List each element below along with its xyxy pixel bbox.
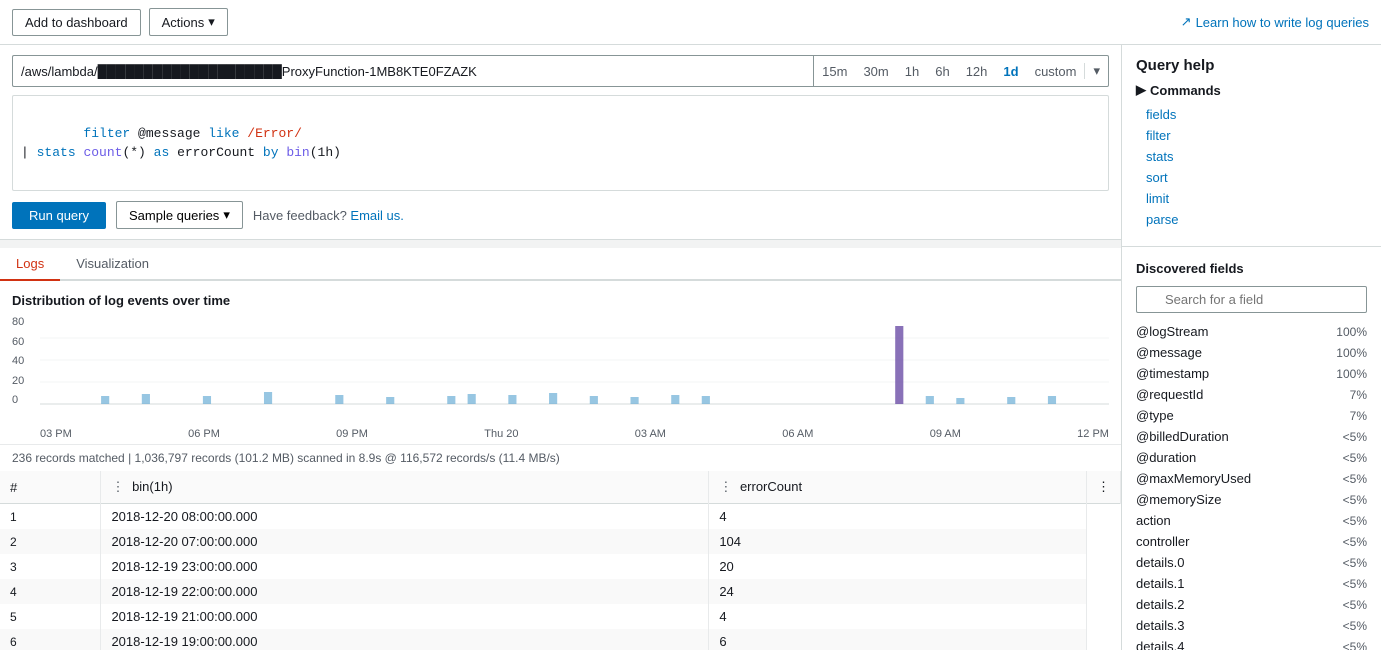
actions-button[interactable]: Actions ▾: [149, 8, 228, 36]
col-header-bin[interactable]: ⋮ bin(1h): [101, 471, 709, 504]
divider: [1122, 246, 1381, 247]
top-bar: Add to dashboard Actions ▾ ↗ Learn how t…: [0, 0, 1381, 45]
fields-list: @logStream100%@message100%@timestamp100%…: [1122, 321, 1381, 650]
sample-queries-button[interactable]: Sample queries ▾: [116, 201, 243, 229]
time-custom[interactable]: custom: [1027, 56, 1085, 86]
arrow-right-icon: ▶: [1136, 82, 1146, 98]
chevron-down-icon: ▾: [208, 14, 215, 30]
table-row[interactable]: 22018-12-20 07:00:00.000104: [0, 529, 1121, 554]
external-link-icon: ↗: [1181, 14, 1192, 30]
time-30m[interactable]: 30m: [855, 56, 896, 86]
field-row[interactable]: details.4<5%: [1122, 636, 1381, 650]
chevron-down-icon: ▾: [223, 207, 230, 223]
col-header-actions[interactable]: ⋮: [1087, 471, 1121, 504]
commands-section: ▶ Commands fieldsfilterstatssortlimitpar…: [1122, 82, 1381, 238]
time-1d[interactable]: 1d: [995, 56, 1026, 86]
right-panel: Query help ▶ Commands fieldsfilterstatss…: [1121, 45, 1381, 650]
query-section: 15m 30m 1h 6h 12h 1d custom ▾ filter @me…: [0, 45, 1121, 240]
status-bar: 236 records matched | 1,036,797 records …: [0, 444, 1121, 471]
search-field-wrapper: 🔍: [1136, 286, 1367, 313]
field-row[interactable]: action<5%: [1122, 510, 1381, 531]
command-item[interactable]: limit: [1136, 188, 1367, 209]
field-row[interactable]: details.0<5%: [1122, 552, 1381, 573]
table-row[interactable]: 42018-12-19 22:00:00.00024: [0, 579, 1121, 604]
field-row[interactable]: @message100%: [1122, 342, 1381, 363]
email-link[interactable]: Email us.: [350, 208, 403, 223]
table-header-row: # ⋮ bin(1h) ⋮ errorCount ⋮: [0, 471, 1121, 504]
field-row[interactable]: @memorySize<5%: [1122, 489, 1381, 510]
y-axis-labels: 80 60 40 20 0: [12, 316, 40, 406]
col-header-errorcount[interactable]: ⋮ errorCount: [709, 471, 1087, 504]
discovered-fields-title: Discovered fields: [1122, 255, 1381, 282]
command-item[interactable]: filter: [1136, 125, 1367, 146]
time-range-caret[interactable]: ▾: [1084, 63, 1108, 79]
field-row[interactable]: @duration<5%: [1122, 447, 1381, 468]
feedback-text: Have feedback? Email us.: [253, 208, 404, 223]
field-row[interactable]: details.3<5%: [1122, 615, 1381, 636]
results-section: Logs Visualization Distribution of log e…: [0, 248, 1121, 650]
time-1h[interactable]: 1h: [897, 56, 927, 86]
x-axis-labels: 03 PM 06 PM 09 PM Thu 20 03 AM 06 AM 09 …: [12, 426, 1109, 440]
main-layout: 15m 30m 1h 6h 12h 1d custom ▾ filter @me…: [0, 45, 1381, 650]
field-row[interactable]: @billedDuration<5%: [1122, 426, 1381, 447]
field-row[interactable]: @logStream100%: [1122, 321, 1381, 342]
results-table: # ⋮ bin(1h) ⋮ errorCount ⋮ 12018-12-20 0…: [0, 471, 1121, 650]
chart-container: Distribution of log events over time 80 …: [0, 281, 1121, 440]
field-row[interactable]: @type7%: [1122, 405, 1381, 426]
log-group-bar: 15m 30m 1h 6h 12h 1d custom ▾: [12, 55, 1109, 87]
table-row[interactable]: 52018-12-19 21:00:00.0004: [0, 604, 1121, 629]
tabs-bar: Logs Visualization: [0, 248, 1121, 281]
col-header-num: #: [0, 471, 101, 504]
field-row[interactable]: @timestamp100%: [1122, 363, 1381, 384]
time-15m[interactable]: 15m: [814, 56, 855, 86]
left-content: 15m 30m 1h 6h 12h 1d custom ▾ filter @me…: [0, 45, 1121, 650]
commands-list: fieldsfilterstatssortlimitparse: [1136, 104, 1367, 230]
query-actions: Run query Sample queries ▾ Have feedback…: [12, 201, 1109, 229]
tab-logs[interactable]: Logs: [0, 248, 60, 281]
command-item[interactable]: stats: [1136, 146, 1367, 167]
field-row[interactable]: @maxMemoryUsed<5%: [1122, 468, 1381, 489]
tab-visualization[interactable]: Visualization: [60, 248, 165, 281]
search-field-input[interactable]: [1136, 286, 1367, 313]
command-item[interactable]: fields: [1136, 104, 1367, 125]
search-field-container: 🔍: [1122, 282, 1381, 321]
add-dashboard-button[interactable]: Add to dashboard: [12, 9, 141, 36]
column-menu-icon-2: ⋮: [719, 479, 732, 494]
field-row[interactable]: details.1<5%: [1122, 573, 1381, 594]
field-row[interactable]: details.2<5%: [1122, 594, 1381, 615]
chart-area: 80 60 40 20 0: [12, 316, 1109, 426]
log-group-input[interactable]: [12, 55, 813, 87]
time-range-bar: 15m 30m 1h 6h 12h 1d custom ▾: [813, 55, 1109, 87]
commands-title: ▶ Commands: [1136, 82, 1367, 98]
table-row[interactable]: 12018-12-20 08:00:00.0004: [0, 504, 1121, 530]
run-query-button[interactable]: Run query: [12, 202, 106, 229]
time-6h[interactable]: 6h: [927, 56, 957, 86]
command-item[interactable]: sort: [1136, 167, 1367, 188]
column-menu-icon: ⋮: [111, 479, 124, 494]
field-row[interactable]: @requestId7%: [1122, 384, 1381, 405]
time-12h[interactable]: 12h: [958, 56, 996, 86]
command-item[interactable]: parse: [1136, 209, 1367, 230]
query-editor[interactable]: filter @message like /Error/ | stats cou…: [12, 95, 1109, 191]
table-row[interactable]: 32018-12-19 23:00:00.00020: [0, 554, 1121, 579]
chart-title: Distribution of log events over time: [12, 293, 1109, 308]
learn-link[interactable]: ↗ Learn how to write log queries: [1181, 14, 1369, 30]
chart-svg: [40, 316, 1109, 406]
query-help-title: Query help: [1122, 45, 1381, 82]
field-row[interactable]: controller<5%: [1122, 531, 1381, 552]
